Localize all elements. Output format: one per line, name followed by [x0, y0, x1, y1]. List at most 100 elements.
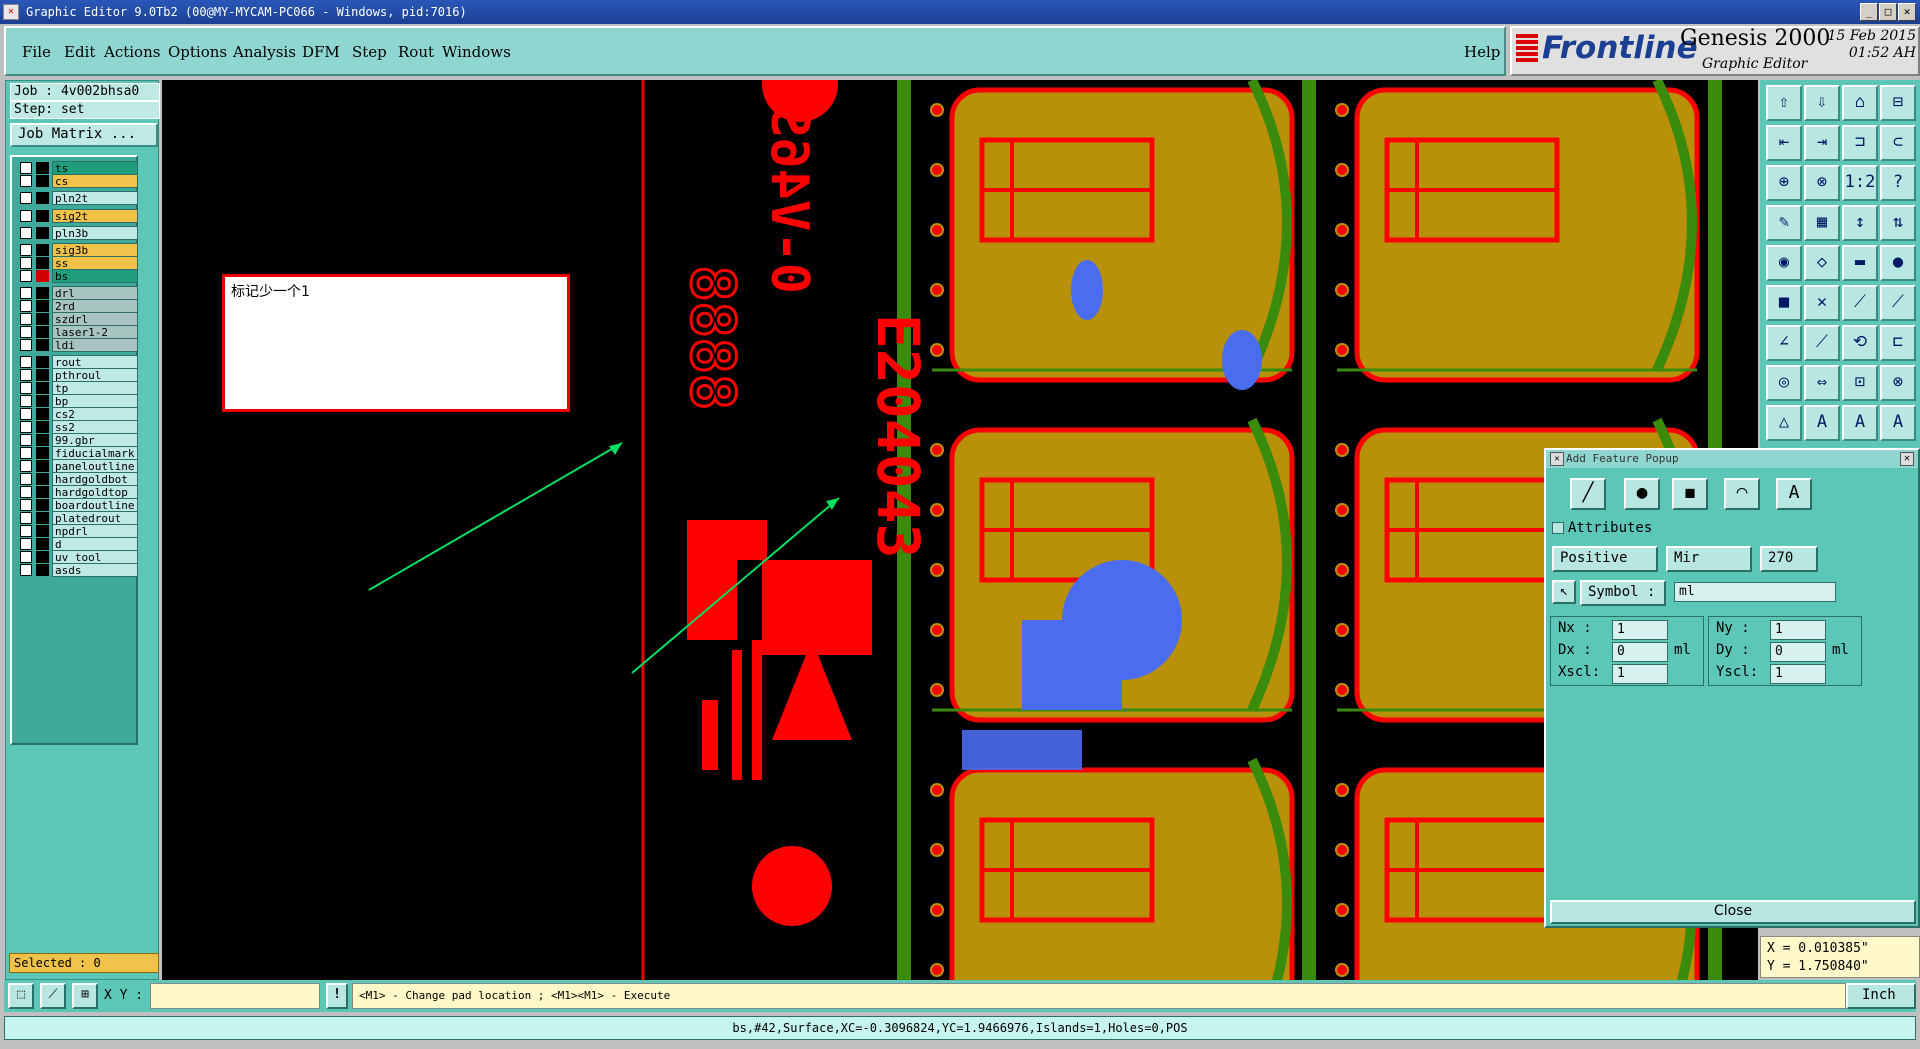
layer-name[interactable]: laser1-2 — [52, 325, 138, 339]
arc-tool-icon[interactable]: ◠ — [1724, 478, 1760, 510]
layer-row[interactable]: ss2 — [14, 420, 138, 434]
layer-color-swatch[interactable] — [36, 434, 49, 446]
shape-icon[interactable]: ◇ — [1804, 245, 1840, 281]
layer-name[interactable]: cs — [52, 174, 138, 188]
layer-color-swatch[interactable] — [36, 551, 49, 563]
layer-row[interactable]: bs — [14, 269, 138, 283]
slash-icon[interactable]: ⟋ — [1804, 325, 1840, 361]
layer-name[interactable]: paneloutline — [52, 459, 138, 473]
close-window-button[interactable]: ✕ — [1898, 3, 1916, 21]
layer-color-swatch[interactable] — [36, 512, 49, 524]
rotate-icon[interactable]: ⟲ — [1842, 325, 1878, 361]
layer-color-swatch[interactable] — [36, 257, 49, 269]
layer-checkbox[interactable] — [20, 162, 32, 174]
pan-left-icon[interactable]: ⇤ — [1766, 125, 1802, 161]
layer-name[interactable]: 2rd — [52, 299, 138, 313]
layer-checkbox[interactable] — [20, 313, 32, 325]
menu-file[interactable]: File — [22, 43, 51, 61]
layer-checkbox[interactable] — [20, 447, 32, 459]
layer-name[interactable]: tp — [52, 381, 138, 395]
menu-rout[interactable]: Rout — [398, 43, 434, 61]
text-tool-icon[interactable]: A — [1776, 478, 1812, 510]
layer-row[interactable]: 99.gbr — [14, 433, 138, 447]
layer-checkbox[interactable] — [20, 473, 32, 485]
layer-checkbox[interactable] — [20, 326, 32, 338]
pad-icon[interactable]: ◉ — [1766, 245, 1802, 281]
layer-color-swatch[interactable] — [36, 192, 49, 204]
text-a2-icon[interactable]: A — [1842, 405, 1878, 441]
dot-icon[interactable]: ● — [1880, 245, 1916, 281]
layer-color-swatch[interactable] — [36, 313, 49, 325]
layer-color-swatch[interactable] — [36, 270, 49, 282]
layer-name[interactable]: 99.gbr — [52, 433, 138, 447]
zoom-area-icon[interactable]: ⊗ — [1804, 165, 1840, 201]
popup-menu-icon[interactable]: ✕ — [1550, 452, 1564, 466]
draw-icon[interactable]: ✎ — [1766, 205, 1802, 241]
app-system-icon[interactable]: ✕ — [3, 4, 19, 20]
layer-color-swatch[interactable] — [36, 473, 49, 485]
layer-color-swatch[interactable] — [36, 538, 49, 550]
attributes-checkbox[interactable] — [1552, 522, 1564, 534]
close-button[interactable]: Close — [1550, 900, 1916, 924]
layer-color-swatch[interactable] — [36, 486, 49, 498]
grid-icon[interactable]: ▦ — [1804, 205, 1840, 241]
bracket-icon[interactable]: ⊏ — [1880, 325, 1916, 361]
layer-row[interactable]: platedrout — [14, 511, 138, 525]
layer-row[interactable]: ldi — [14, 338, 138, 352]
layer-name[interactable]: sig3b — [52, 243, 138, 257]
dy-input[interactable]: 0 — [1770, 642, 1826, 662]
grid-icon[interactable]: ⊞ — [72, 983, 98, 1009]
layer-color-swatch[interactable] — [36, 244, 49, 256]
layer-row[interactable]: szdrl — [14, 312, 138, 326]
layer-color-swatch[interactable] — [36, 460, 49, 472]
menu-edit[interactable]: Edit — [64, 43, 95, 61]
menu-step[interactable]: Step — [352, 43, 387, 61]
zoom-out-icon[interactable]: ⇩ — [1804, 85, 1840, 121]
layer-checkbox[interactable] — [20, 244, 32, 256]
layer-color-swatch[interactable] — [36, 447, 49, 459]
layer-row[interactable]: cs — [14, 174, 138, 188]
alert-icon[interactable]: ! — [326, 983, 348, 1009]
menu-windows[interactable]: Windows — [442, 43, 511, 61]
layer-checkbox[interactable] — [20, 382, 32, 394]
layer-row[interactable]: bp — [14, 394, 138, 408]
layer-name[interactable]: ss2 — [52, 420, 138, 434]
layer-row[interactable]: paneloutline — [14, 459, 138, 473]
mirror-icon[interactable]: ⇔ — [1804, 365, 1840, 401]
layer-row[interactable]: tp — [14, 381, 138, 395]
layer-checkbox[interactable] — [20, 210, 32, 222]
layer-color-swatch[interactable] — [36, 356, 49, 368]
layer-name[interactable]: asds — [52, 563, 138, 577]
symbol-input[interactable]: ml — [1674, 582, 1836, 602]
ny-input[interactable]: 1 — [1770, 620, 1826, 640]
job-matrix-button[interactable]: Job Matrix ... — [10, 123, 158, 147]
frame-icon[interactable]: ⊟ — [1880, 85, 1916, 121]
layer-color-swatch[interactable] — [36, 499, 49, 511]
layer-color-swatch[interactable] — [36, 369, 49, 381]
zoom-home-icon[interactable]: ⇧ — [1766, 85, 1802, 121]
layer-checkbox[interactable] — [20, 287, 32, 299]
layer-checkbox[interactable] — [20, 192, 32, 204]
text-a-icon[interactable]: A — [1804, 405, 1840, 441]
undo-icon[interactable]: ⊂ — [1880, 125, 1916, 161]
minimize-button[interactable]: _ — [1860, 3, 1878, 21]
layer-row[interactable]: drl — [14, 286, 138, 300]
layer-name[interactable]: pln2t — [52, 191, 138, 205]
box-icon[interactable]: ⊡ — [1842, 365, 1878, 401]
layer-name[interactable]: d — [52, 537, 138, 551]
layer-checkbox[interactable] — [20, 434, 32, 446]
layer-checkbox[interactable] — [20, 512, 32, 524]
layer-row[interactable]: d — [14, 537, 138, 551]
pad-tool-icon[interactable]: ● — [1624, 478, 1660, 510]
layer-row[interactable]: sig3b — [14, 243, 138, 257]
layer-row[interactable]: pln2t — [14, 191, 138, 205]
layer-row[interactable]: uv_tool — [14, 550, 138, 564]
menu-analysis[interactable]: Analysis — [233, 43, 296, 61]
layer-color-swatch[interactable] — [36, 525, 49, 537]
layer-checkbox[interactable] — [20, 339, 32, 351]
cross-icon[interactable]: ✕ — [1804, 285, 1840, 321]
symbol-pick-icon[interactable]: ↖ — [1552, 580, 1576, 604]
layer-name[interactable]: bp — [52, 394, 138, 408]
layer-name[interactable]: pthroul — [52, 368, 138, 382]
layer-checkbox[interactable] — [20, 227, 32, 239]
